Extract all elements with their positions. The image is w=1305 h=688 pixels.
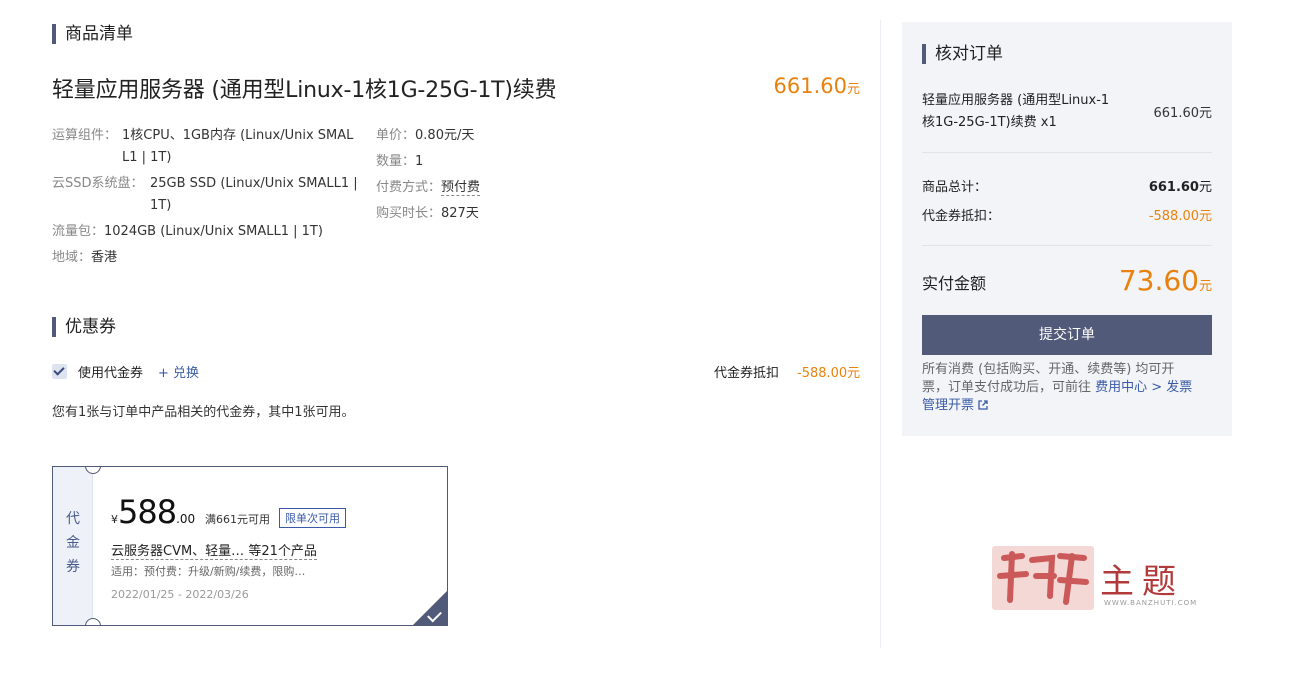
order-review-panel: 核对订单 轻量应用服务器 (通用型Linux-1 核1G-25G-1T)续费 x… (902, 22, 1232, 436)
spec-traffic: 流量包：1024GB (Linux/Unix SMALL1 | 1T) (52, 224, 323, 239)
pay-amount-value: 73.60元 (1118, 264, 1212, 297)
voucher-products: 云服务器CVM、轻量… 等21个产品 (111, 544, 317, 560)
spec-disk: 云SSD系统盘： (52, 176, 144, 191)
goods-section-title: 商品清单 (52, 23, 133, 45)
invoice-note: 所有消费 (包括购买、开通、续费等) 均可开 票，订单支付成功后，可前往 费用中… (922, 362, 1193, 413)
watermark-seal (992, 546, 1094, 610)
invoice-manage-link[interactable]: 管理开票 (922, 398, 974, 413)
voucher-card[interactable]: 代 金 券 ¥588.00 满661元可用 限单次可用 云服务器CVM、轻量… … (52, 466, 448, 626)
voucher-stub-text: 代 金 券 (66, 511, 80, 575)
coupon-deduct-label: 代金券抵扣 (714, 366, 780, 381)
order-item-name: 轻量应用服务器 (通用型Linux-1 核1G-25G-1T)续费 x1 (922, 93, 1110, 130)
order-total-value: 661.60元 (1148, 180, 1212, 195)
spec-pay-method: 付费方式：预付费 (376, 180, 481, 196)
product-name: 轻量应用服务器 (通用型Linux-1核1G-25G-1T)续费 (52, 78, 557, 103)
use-coupon-label: 使用代金券 (78, 366, 144, 381)
spec-quantity: 数量：1 (376, 154, 424, 169)
order-divider-2 (922, 245, 1212, 246)
coupon-summary: 您有1张与订单中产品相关的代金券，其中1张可用。 (52, 405, 355, 420)
order-review-title: 核对订单 (922, 43, 1003, 65)
voucher-badge: 限单次可用 (279, 508, 346, 528)
spec-unit-price: 单价：0.80元/天 (376, 128, 475, 143)
voucher-notch-bottom (85, 618, 101, 625)
order-item-price: 661.60元 (1153, 106, 1213, 121)
spec-region: 地域：香港 (52, 250, 118, 265)
use-coupon-checkbox[interactable] (52, 364, 67, 379)
billing-center-link[interactable]: 费用中心 > 发票 (1095, 380, 1192, 395)
voucher-amount: ¥588.00 (111, 493, 196, 531)
watermark-logo: 主题 WWW.BANZHUTI.COM (992, 546, 1222, 614)
spec-duration: 购买时长：827天 (376, 206, 479, 221)
coupon-deduct-value: -588.00元 (797, 366, 861, 381)
spec-compute-value: 1核CPU、1GB内存 (Linux/Unix SMAL L1 | 1T) (122, 128, 354, 165)
coupon-section-title: 优惠券 (52, 316, 116, 338)
exchange-coupon-link[interactable]: + 兑换 (158, 362, 199, 381)
watermark-url: WWW.BANZHUTI.COM (1104, 599, 1198, 607)
spec-compute: 运算组件： (52, 128, 118, 143)
watermark-text: 主题 (1100, 562, 1184, 602)
product-price: 661.60元 (773, 74, 861, 98)
submit-order-button[interactable]: 提交订单 (922, 315, 1212, 355)
order-deduct-value: -588.00元 (1148, 209, 1212, 224)
voucher-scope: 适用：预付费：升级/新购/续费，限购… (111, 565, 306, 578)
order-total-label: 商品总计： (922, 180, 988, 195)
external-link-icon[interactable] (978, 400, 988, 410)
watermark-seal-icon (997, 551, 1089, 605)
column-divider (880, 20, 881, 648)
voucher-validity: 2022/01/25 - 2022/03/26 (111, 588, 249, 601)
pay-amount-label: 实付金额 (922, 274, 987, 293)
spec-disk-value: 25GB SSD (Linux/Unix SMALL1 | 1T) (150, 176, 358, 213)
order-divider-1 (922, 152, 1212, 153)
order-deduct-label: 代金券抵扣： (922, 209, 1001, 224)
voucher-threshold: 满661元可用 (205, 513, 270, 526)
